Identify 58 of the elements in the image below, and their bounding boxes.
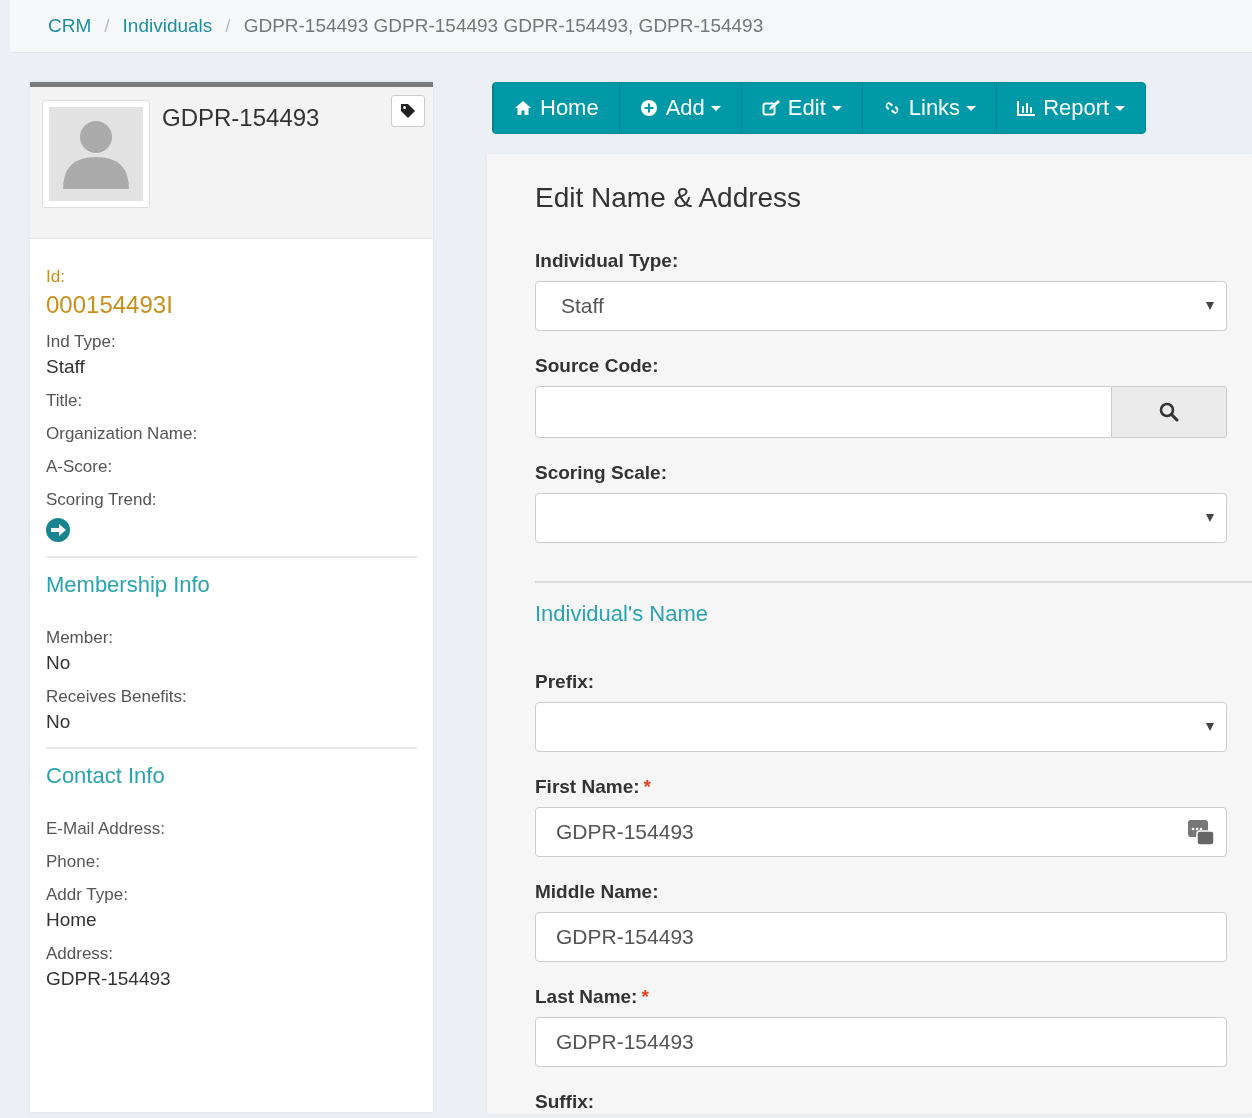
field-label: Ind Type: [46, 332, 117, 352]
tag-icon [400, 103, 416, 119]
field-label: Address: [46, 944, 115, 964]
toolbar-button[interactable]: Report [996, 83, 1146, 133]
breadcrumb-link[interactable]: CRM [48, 15, 92, 37]
field-label: Prefix: [535, 671, 596, 693]
add-icon [639, 99, 658, 117]
field-value: No [46, 711, 72, 733]
input-field[interactable]: GDPR-154493 [535, 1017, 1227, 1067]
section-heading: Membership Info [46, 572, 211, 598]
field-label: Title: [46, 391, 84, 411]
field-label: Organization Name: [46, 424, 199, 444]
caret-icon [1206, 723, 1214, 731]
field-label: A-Score: [46, 457, 114, 477]
field-label: Middle Name: [535, 881, 660, 903]
edit-icon [761, 99, 780, 117]
profile-name: GDPR-154493 [162, 104, 320, 133]
caret-icon [1206, 514, 1214, 522]
field-value: No [46, 652, 72, 674]
form-title: Edit Name & Address [535, 182, 803, 214]
input-field[interactable]: GDPR-154493 [535, 912, 1227, 962]
section-heading: Contact Info [46, 763, 166, 789]
breadcrumb-separator: / [225, 15, 231, 37]
field-label: Individual Type: [535, 250, 680, 272]
field-label: E-Mail Address: [46, 819, 167, 839]
section-heading: Individual's Name [535, 601, 708, 626]
field-label: Source Code: [535, 355, 660, 377]
breadcrumb-current: GDPR-154493 GDPR-154493 GDPR-154493, GDPR-154493 [243, 15, 764, 37]
select-field[interactable]: Staff [535, 281, 1227, 331]
field-label: Addr Type: [46, 885, 129, 905]
field-value: Home [46, 909, 98, 931]
field-label: Suffix: [535, 1091, 596, 1113]
required-mark: * [641, 986, 649, 1007]
field-label: Member: [46, 628, 115, 648]
search-icon [1159, 402, 1179, 422]
select-field[interactable] [535, 702, 1227, 752]
caret-icon [1206, 302, 1214, 310]
field-label: Last Name: * [535, 986, 650, 1008]
field-value: Staff [46, 356, 86, 378]
avatar-placeholder-icon [49, 107, 143, 201]
field-label: Phone: [46, 852, 101, 872]
input-field[interactable] [535, 386, 1112, 438]
field-value: 000154493I [46, 291, 174, 319]
select-field[interactable] [535, 493, 1227, 543]
field-label: First Name: * [535, 776, 652, 798]
field-label: Receives Benefits: [46, 687, 188, 707]
breadcrumb-link[interactable]: Individuals [122, 15, 213, 37]
field-label: Scoring Scale: [535, 462, 668, 484]
bar-chart-icon [1017, 99, 1036, 117]
tag-button[interactable] [391, 95, 425, 127]
breadcrumb-separator: / [104, 15, 110, 37]
required-mark: * [643, 776, 651, 797]
search-button[interactable] [1112, 386, 1227, 438]
input-field[interactable]: GDPR-154493 [535, 807, 1227, 857]
field-label: Scoring Trend: [46, 490, 158, 510]
home-icon [514, 99, 532, 117]
field-label: Id: [46, 267, 66, 287]
field-value: GDPR-154493 [46, 968, 172, 990]
